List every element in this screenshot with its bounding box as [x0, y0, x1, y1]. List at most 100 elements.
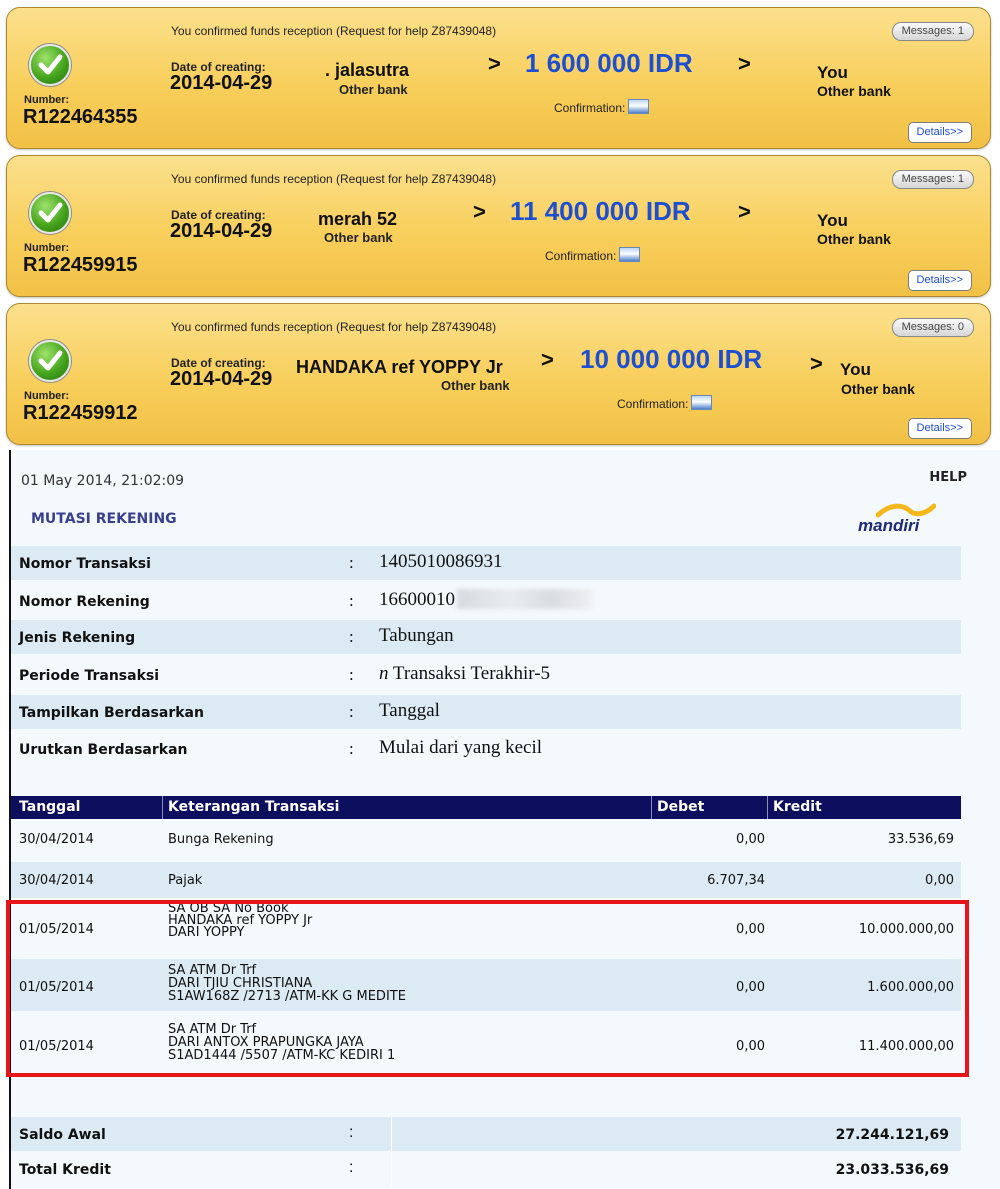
bank-statement: 01 May 2014, 21:02:09 HELP MUTASI REKENI…	[6, 450, 1000, 1189]
image-thumbnail-icon[interactable]	[691, 395, 713, 410]
number-label: Number:	[24, 94, 70, 106]
tx-desc-line: Pajak	[168, 873, 203, 888]
help-link[interactable]: HELP	[929, 470, 967, 485]
status-text: You confirmed funds reception (Request f…	[171, 24, 497, 38]
check-icon	[29, 44, 71, 86]
info-label: Tampilkan Berdasarkan	[19, 705, 204, 721]
info-value: Mulai dari yang kecil	[379, 737, 543, 758]
tx-kredit: 0,00	[925, 873, 954, 888]
messages-button[interactable]: Messages: 0	[891, 318, 974, 337]
tx-debet: 0,00	[736, 832, 765, 847]
column-keterangan: Keterangan Transaksi	[168, 799, 340, 815]
mandiri-logo: mandiri	[854, 502, 954, 538]
status-text: You confirmed funds reception (Request f…	[171, 320, 497, 334]
details-button[interactable]: Details>>	[907, 122, 972, 143]
info-colon: :	[349, 739, 354, 758]
info-label: Periode Transaksi	[19, 668, 160, 684]
confirmation-link[interactable]: Confirmation:	[545, 247, 641, 263]
confirmation-label: Confirmation:	[617, 397, 689, 411]
tx-kredit: 1.600.000,00	[867, 980, 954, 995]
transfer-amount: 1 600 000 IDR	[525, 48, 693, 78]
recipient-bank: Other bank	[817, 231, 891, 247]
creation-date: 2014-04-29	[170, 220, 273, 242]
summary-row-saldo-awal: Saldo Awal : 27.244.121,69	[11, 1117, 961, 1151]
details-button[interactable]: Details>>	[907, 270, 972, 291]
arrow-icon: >	[810, 351, 823, 376]
number-label: Number:	[24, 390, 70, 402]
tx-date: 30/04/2014	[19, 832, 94, 847]
logo-text: mandiri	[858, 516, 920, 535]
info-row-urutkan: Urutkan Berdasarkan : Mulai dari yang ke…	[11, 732, 961, 766]
tx-desc-line: S1AD1444 /5507 /ATM-KC KEDIRI 1	[168, 1048, 396, 1063]
recipient-name: You	[840, 360, 871, 379]
summary-colon: :	[349, 1159, 354, 1176]
confirmation-link[interactable]: Confirmation:	[554, 99, 650, 115]
sender-bank: Other bank	[324, 230, 393, 245]
arrow-icon: >	[488, 51, 501, 76]
summary-row-total-kredit: Total Kredit : 23.033.536,69	[11, 1152, 961, 1186]
info-row-tampilkan: Tampilkan Berdasarkan : Tanggal	[11, 695, 961, 729]
info-colon: :	[349, 665, 354, 684]
info-value: 1405010086931	[379, 551, 503, 572]
creation-date: 2014-04-29	[170, 368, 273, 390]
tx-desc-line: Bunga Rekening	[168, 832, 274, 847]
info-label: Nomor Rekening	[19, 594, 150, 610]
sender-name: HANDAKA ref YOPPY Jr	[296, 357, 503, 377]
recipient-name: You	[817, 63, 848, 82]
page-title: MUTASI REKENING	[31, 511, 177, 527]
arrow-icon: >	[738, 51, 751, 76]
confirmation-label: Confirmation:	[554, 101, 626, 115]
tx-kredit: 33.536,69	[887, 832, 954, 847]
info-colon: :	[349, 627, 354, 646]
table-row: 01/05/2014 SA ATM Dr Trf DARI TJIU CHRIS…	[11, 959, 961, 1011]
info-label: Urutkan Berdasarkan	[19, 742, 188, 758]
arrow-icon: >	[473, 199, 486, 224]
creation-date: 2014-04-29	[170, 72, 273, 94]
info-value: Transaksi Terakhir-5	[388, 663, 551, 684]
info-row-periode-transaksi: Periode Transaksi : n Transaksi Terakhir…	[11, 658, 961, 692]
request-card: You confirmed funds reception (Request f…	[6, 7, 991, 149]
info-value: Tabungan	[379, 625, 454, 646]
column-kredit: Kredit	[773, 799, 822, 815]
tx-desc-line: DARI YOPPY	[168, 925, 245, 940]
table-row: 30/04/2014 Pajak 6.707,34 0,00	[11, 862, 961, 898]
summary-value: 23.033.536,69	[835, 1162, 949, 1178]
messages-button[interactable]: Messages: 1	[891, 22, 974, 41]
info-colon: :	[349, 553, 354, 572]
tx-debet: 6.707,34	[707, 873, 765, 888]
info-label: Jenis Rekening	[19, 630, 136, 646]
info-colon: :	[349, 591, 354, 610]
table-row: 30/04/2014 Bunga Rekening 0,00 33.536,69	[11, 822, 961, 857]
arrow-icon: >	[738, 199, 751, 224]
tx-debet: 0,00	[736, 1039, 765, 1054]
tx-date: 30/04/2014	[19, 873, 94, 888]
table-row: 01/05/2014 SA OB SA No Book HANDAKA ref …	[11, 902, 961, 954]
confirmation-link[interactable]: Confirmation:	[617, 395, 713, 411]
check-icon	[29, 340, 71, 382]
sender-name: . jalasutra	[325, 60, 410, 80]
info-row-nomor-transaksi: Nomor Transaksi : 1405010086931	[11, 546, 961, 580]
redacted-blur	[457, 589, 592, 609]
table-row: 01/05/2014 SA ATM Dr Trf DARI ANTOX PRAP…	[11, 1015, 961, 1075]
tx-debet: 0,00	[736, 980, 765, 995]
details-button[interactable]: Details>>	[907, 418, 972, 439]
info-value-wrap: 16600010	[379, 589, 592, 611]
request-card: You confirmed funds reception (Request f…	[6, 303, 991, 445]
transfer-amount: 10 000 000 IDR	[580, 344, 763, 374]
transactions-header: Tanggal Keterangan Transaksi Debet Kredi…	[11, 796, 961, 819]
tx-kredit: 10.000.000,00	[858, 922, 954, 937]
transfer-amount: 11 400 000 IDR	[510, 196, 691, 226]
image-thumbnail-icon[interactable]	[619, 247, 641, 262]
messages-button[interactable]: Messages: 1	[891, 170, 974, 189]
tx-date: 01/05/2014	[19, 980, 94, 995]
summary-value: 27.244.121,69	[835, 1127, 949, 1143]
tx-date: 01/05/2014	[19, 922, 94, 937]
tx-debet: 0,00	[736, 922, 765, 937]
image-thumbnail-icon[interactable]	[628, 99, 650, 114]
sender-bank: Other bank	[441, 378, 510, 393]
request-number: R122464355	[23, 106, 138, 128]
recipient-name: You	[817, 211, 848, 230]
info-row-jenis-rekening: Jenis Rekening : Tabungan	[11, 620, 961, 654]
tx-date: 01/05/2014	[19, 1039, 94, 1054]
recipient-bank: Other bank	[817, 83, 891, 99]
